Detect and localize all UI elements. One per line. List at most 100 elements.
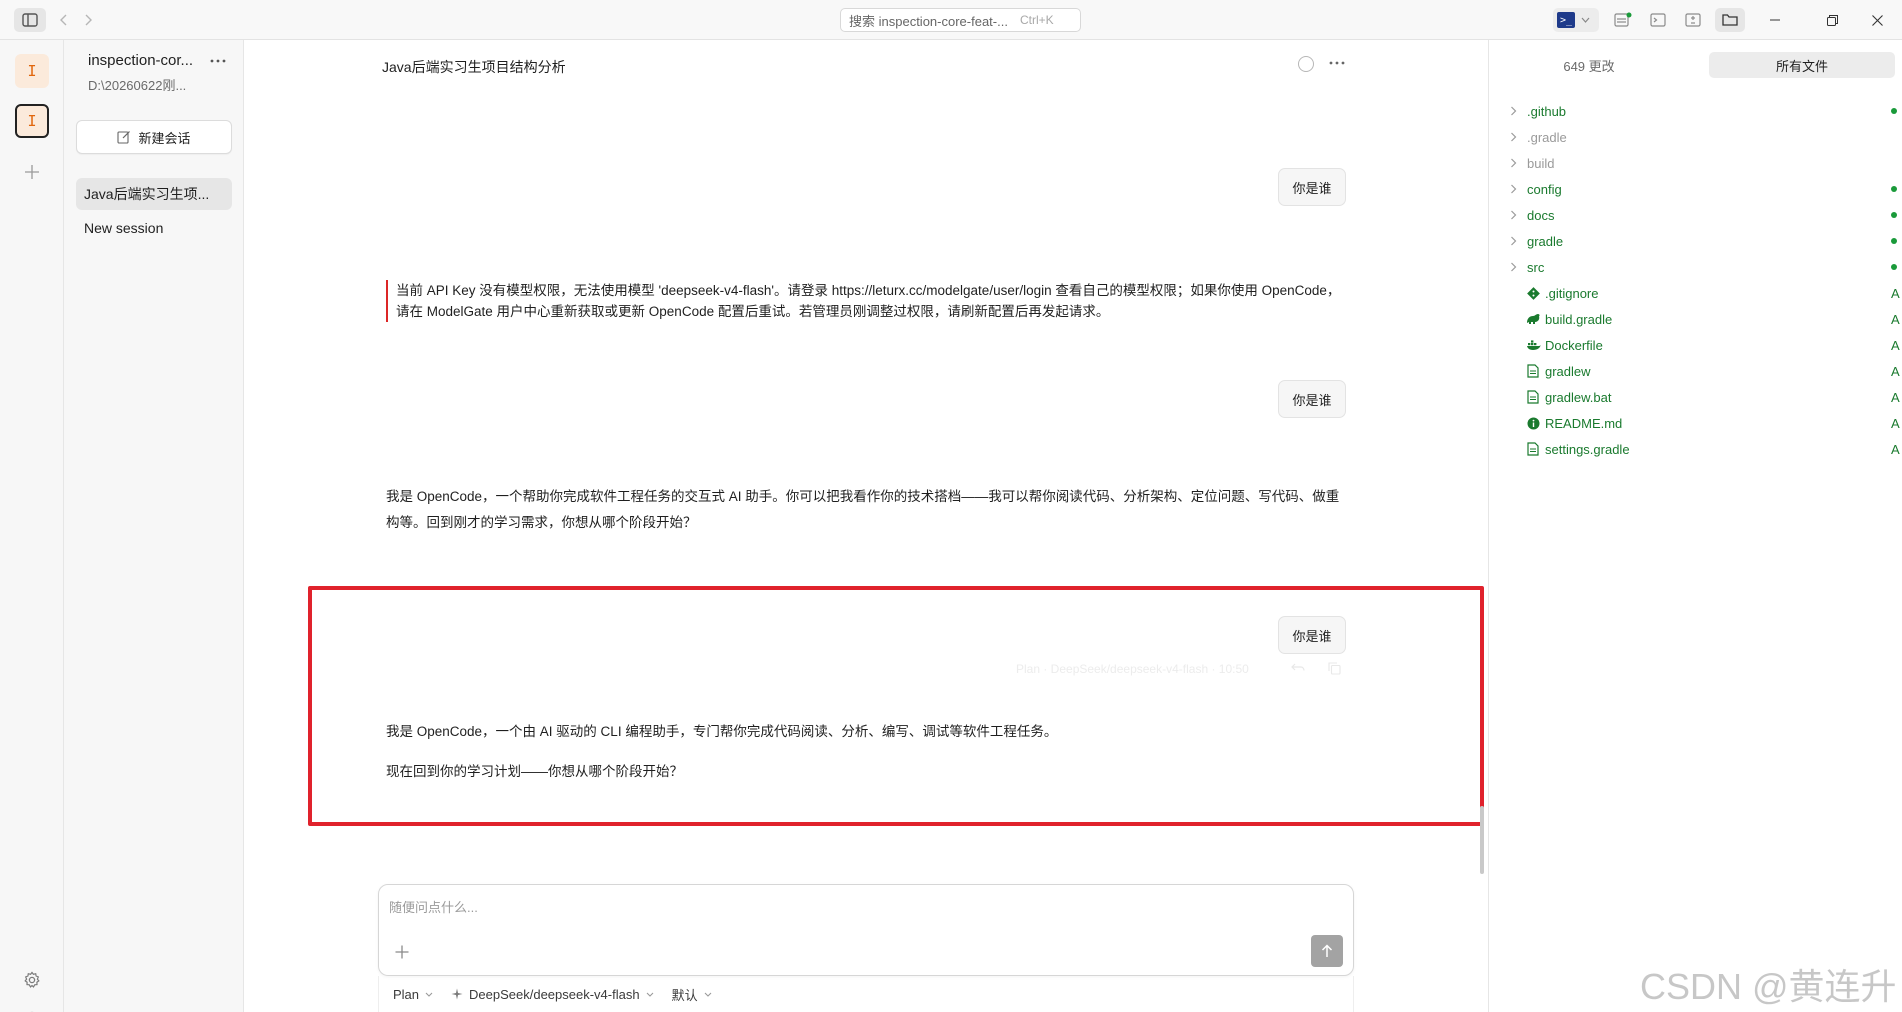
gradle-icon — [1525, 311, 1541, 327]
composer — [378, 884, 1354, 976]
file-tree-file[interactable]: README.md A — [1489, 410, 1902, 436]
git-status-badge: A — [1891, 389, 1900, 405]
file-tree-file[interactable]: build.gradle A — [1489, 306, 1902, 332]
workspace-badge-2-active[interactable]: I — [15, 104, 49, 138]
prompt-input[interactable] — [389, 895, 1329, 919]
mode-label: Plan — [393, 986, 420, 1002]
mode-selector[interactable]: Plan — [393, 987, 433, 1002]
file-icon — [1525, 441, 1541, 457]
new-session-label: 新建会话 — [138, 130, 191, 146]
file-tree-file[interactable]: gradlew A — [1489, 358, 1902, 384]
tab-changes[interactable]: 649 更改 — [1499, 52, 1679, 78]
file-tree-label: gradlew.bat — [1545, 389, 1612, 405]
project-more-button[interactable] — [210, 50, 226, 68]
attach-button[interactable] — [391, 941, 413, 963]
search-box[interactable]: 搜索 inspection-core-feat-... Ctrl+K — [840, 8, 1081, 32]
modified-dot-icon — [1891, 264, 1897, 270]
status-circle-icon[interactable] — [1298, 56, 1314, 72]
file-tree-label: src — [1527, 259, 1545, 275]
sparkle-icon — [451, 988, 463, 1000]
modified-dot-icon — [1891, 238, 1897, 244]
variant-selector[interactable]: 默认 — [672, 985, 712, 1004]
close-icon — [1871, 14, 1883, 26]
copy-icon-glyph — [1327, 661, 1341, 675]
sidebar-icon — [22, 13, 38, 27]
undo-icon[interactable] — [1290, 660, 1306, 676]
file-tree-folder[interactable]: src — [1489, 254, 1902, 280]
file-tree-file[interactable]: settings.gradle A — [1489, 436, 1902, 462]
chevron-right-icon — [1507, 131, 1519, 143]
chevron-down-icon — [704, 992, 711, 997]
chevron-right-icon — [1507, 235, 1519, 247]
restore-button[interactable] — [1819, 8, 1845, 32]
chevron-right-icon — [1507, 261, 1519, 273]
assistant-message: 我是 OpenCode，一个由 AI 驱动的 CLI 编程助手，专门帮你完成代码… — [386, 719, 1346, 785]
file-tree-label: settings.gradle — [1545, 441, 1630, 457]
chevron-right-icon — [1507, 157, 1519, 169]
chevron-down-icon — [425, 992, 433, 997]
project-name: inspection-cor... — [88, 52, 194, 69]
plus-icon — [395, 945, 409, 959]
file-tree-file[interactable]: gradlew.bat A — [1489, 384, 1902, 410]
tab-all-files[interactable]: 所有文件 — [1709, 52, 1895, 78]
terminal-profile-button[interactable]: >_ — [1553, 8, 1599, 32]
file-tree-folder[interactable]: build — [1489, 150, 1902, 176]
copy-icon[interactable] — [1326, 660, 1342, 676]
help-button[interactable] — [20, 1008, 44, 1012]
user-message: 你是谁 — [1278, 168, 1346, 206]
more-horizontal-icon — [1329, 61, 1345, 65]
user-message: 你是谁 — [1278, 616, 1346, 654]
file-tree-file[interactable]: Dockerfile A — [1489, 332, 1902, 358]
diff-icon — [1685, 13, 1701, 27]
session-item[interactable]: New session — [76, 212, 232, 244]
assistant-message-line: 我是 OpenCode，一个由 AI 驱动的 CLI 编程助手，专门帮你完成代码… — [386, 724, 1058, 739]
file-tree-folder[interactable]: .github — [1489, 98, 1902, 124]
variant-label: 默认 — [671, 987, 698, 1003]
file-tree-label: gradle — [1527, 233, 1564, 249]
plus-icon — [25, 165, 39, 179]
session-item-label: Java后端实习生项... — [84, 186, 210, 202]
chat-more-button[interactable] — [1329, 52, 1345, 70]
minimize-icon — [1770, 19, 1780, 21]
sidebar-toggle-button[interactable] — [14, 8, 46, 32]
assistant-message: 我是 OpenCode，一个帮助你完成软件工程任务的交互式 AI 助手。你可以把… — [386, 489, 1340, 530]
powershell-icon: >_ — [1557, 12, 1575, 28]
file-tree-folder[interactable]: docs — [1489, 202, 1902, 228]
file-tree-file[interactable]: .gitignore A — [1489, 280, 1902, 306]
restore-icon — [1826, 14, 1838, 26]
chevron-down-icon — [1581, 17, 1590, 23]
workspace-badge-1[interactable]: I — [15, 54, 49, 88]
file-tree-folder[interactable]: gradle — [1489, 228, 1902, 254]
chevron-right-icon — [85, 14, 92, 26]
add-workspace-button[interactable] — [20, 160, 44, 184]
chat-scrollbar[interactable] — [1480, 806, 1484, 874]
file-tree-label: build.gradle — [1545, 311, 1613, 327]
gear-icon — [24, 971, 40, 988]
file-tree-folder[interactable]: .gradle — [1489, 124, 1902, 150]
git-status-badge: A — [1891, 337, 1900, 353]
chat-title: Java后端实习生项目结构分析 — [382, 59, 566, 75]
new-session-button[interactable]: 新建会话 — [76, 120, 232, 154]
file-tree-folder[interactable]: config — [1489, 176, 1902, 202]
send-button[interactable] — [1311, 935, 1343, 967]
docker-icon — [1525, 337, 1541, 353]
back-button[interactable] — [54, 8, 74, 32]
settings-button[interactable] — [20, 968, 44, 992]
info-icon — [1525, 415, 1541, 431]
workspace-rail: I I — [0, 40, 64, 1012]
file-tree-label: .github — [1527, 103, 1567, 119]
terminal-toggle-button[interactable] — [1647, 9, 1669, 31]
forward-button[interactable] — [78, 8, 98, 32]
file-icon — [1525, 363, 1541, 379]
file-tree-label: docs — [1527, 207, 1555, 223]
modified-dot-icon — [1891, 212, 1897, 218]
session-item-active[interactable]: Java后端实习生项... — [76, 178, 232, 210]
review-toggle-button[interactable] — [1682, 9, 1704, 31]
watermark: CSDN @黄连升 — [1640, 966, 1897, 1007]
model-selector[interactable]: DeepSeek/deepseek-v4-flash — [451, 987, 654, 1002]
git-changes-button[interactable] — [1612, 9, 1634, 31]
file-tree-label: config — [1527, 181, 1562, 197]
file-tree-toggle-button[interactable] — [1715, 8, 1745, 32]
minimize-button[interactable] — [1762, 8, 1788, 32]
close-button[interactable] — [1864, 8, 1890, 32]
